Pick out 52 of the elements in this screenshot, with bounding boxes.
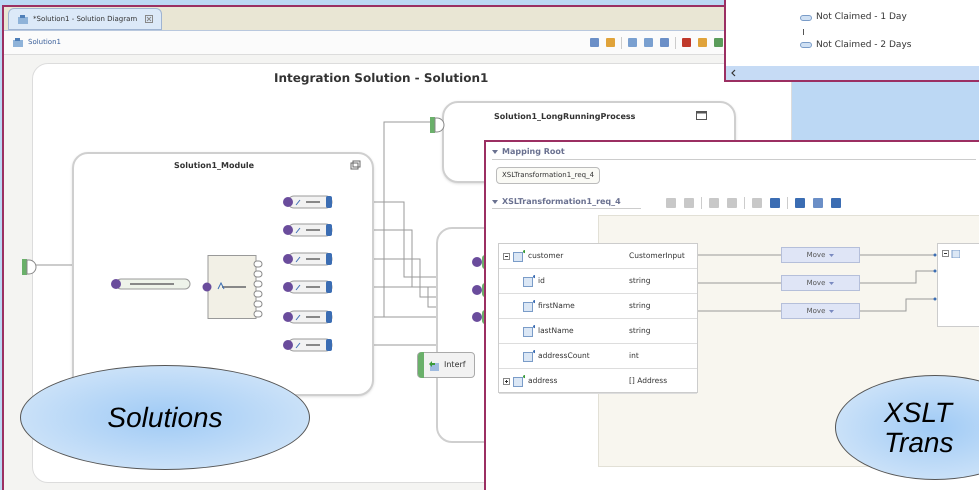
target-tree-icon bbox=[942, 250, 960, 258]
task-item[interactable]: Not Claimed - 2 Days bbox=[816, 38, 912, 52]
toolbar-icon[interactable] bbox=[713, 37, 724, 48]
import-node[interactable] bbox=[282, 310, 333, 324]
dropdown-caret-icon bbox=[829, 254, 834, 256]
interface-node[interactable]: Interf bbox=[417, 352, 475, 378]
toolbar-icon[interactable] bbox=[830, 196, 842, 208]
interface-icon bbox=[428, 358, 440, 372]
task-icon bbox=[800, 14, 812, 22]
maximize-icon[interactable] bbox=[696, 111, 707, 120]
callout-text: Trans bbox=[884, 428, 954, 457]
diagram-icon bbox=[17, 14, 29, 24]
dropdown-caret-icon bbox=[829, 282, 834, 284]
module-title: Solution1_Module bbox=[174, 160, 254, 172]
export-node[interactable] bbox=[110, 277, 192, 291]
component-node[interactable] bbox=[202, 255, 263, 319]
close-icon[interactable] bbox=[145, 15, 154, 23]
toolbar-icon[interactable] bbox=[812, 196, 824, 208]
diagram-title: Integration Solution - Solution1 bbox=[274, 70, 488, 87]
collapse-icon[interactable] bbox=[503, 252, 510, 260]
element-icon bbox=[523, 325, 535, 337]
dropdown-caret-icon bbox=[829, 310, 834, 312]
task-icon bbox=[800, 41, 812, 50]
element-icon bbox=[523, 300, 535, 312]
import-node[interactable] bbox=[282, 338, 333, 352]
callout-text: Solutions bbox=[107, 402, 223, 432]
toolbar-icon[interactable] bbox=[627, 37, 638, 48]
editor-title[interactable]: XSLTransformation1_req_4 bbox=[502, 196, 621, 208]
section-header[interactable]: Mapping Root bbox=[502, 146, 565, 158]
scroll-left-icon[interactable] bbox=[730, 69, 737, 77]
toolbar-icon[interactable] bbox=[794, 196, 806, 208]
toolbar-icon[interactable] bbox=[768, 196, 781, 208]
toolbar-icon[interactable] bbox=[589, 37, 600, 48]
toolbar-icon[interactable] bbox=[659, 37, 670, 48]
element-icon bbox=[513, 250, 525, 262]
element-icon bbox=[523, 275, 535, 287]
import-node[interactable] bbox=[282, 223, 333, 237]
horizontal-scrollbar[interactable] bbox=[726, 66, 979, 80]
task-item[interactable]: Not Claimed - 1 Day bbox=[816, 11, 907, 24]
expand-icon[interactable] bbox=[503, 378, 510, 384]
restore-icon[interactable] bbox=[350, 160, 361, 170]
import-node[interactable] bbox=[282, 195, 333, 209]
connector-tick bbox=[803, 28, 804, 34]
import-node[interactable] bbox=[282, 280, 333, 294]
import-node[interactable] bbox=[282, 252, 333, 266]
solution-icon bbox=[12, 37, 24, 48]
toolbar-icon[interactable] bbox=[681, 37, 692, 48]
element-icon bbox=[523, 350, 535, 362]
element-icon bbox=[513, 375, 525, 387]
toolbar-icon[interactable] bbox=[643, 37, 654, 48]
callout-text: XSLT bbox=[884, 398, 952, 428]
process-title: Solution1_LongRunningProcess bbox=[494, 111, 636, 123]
